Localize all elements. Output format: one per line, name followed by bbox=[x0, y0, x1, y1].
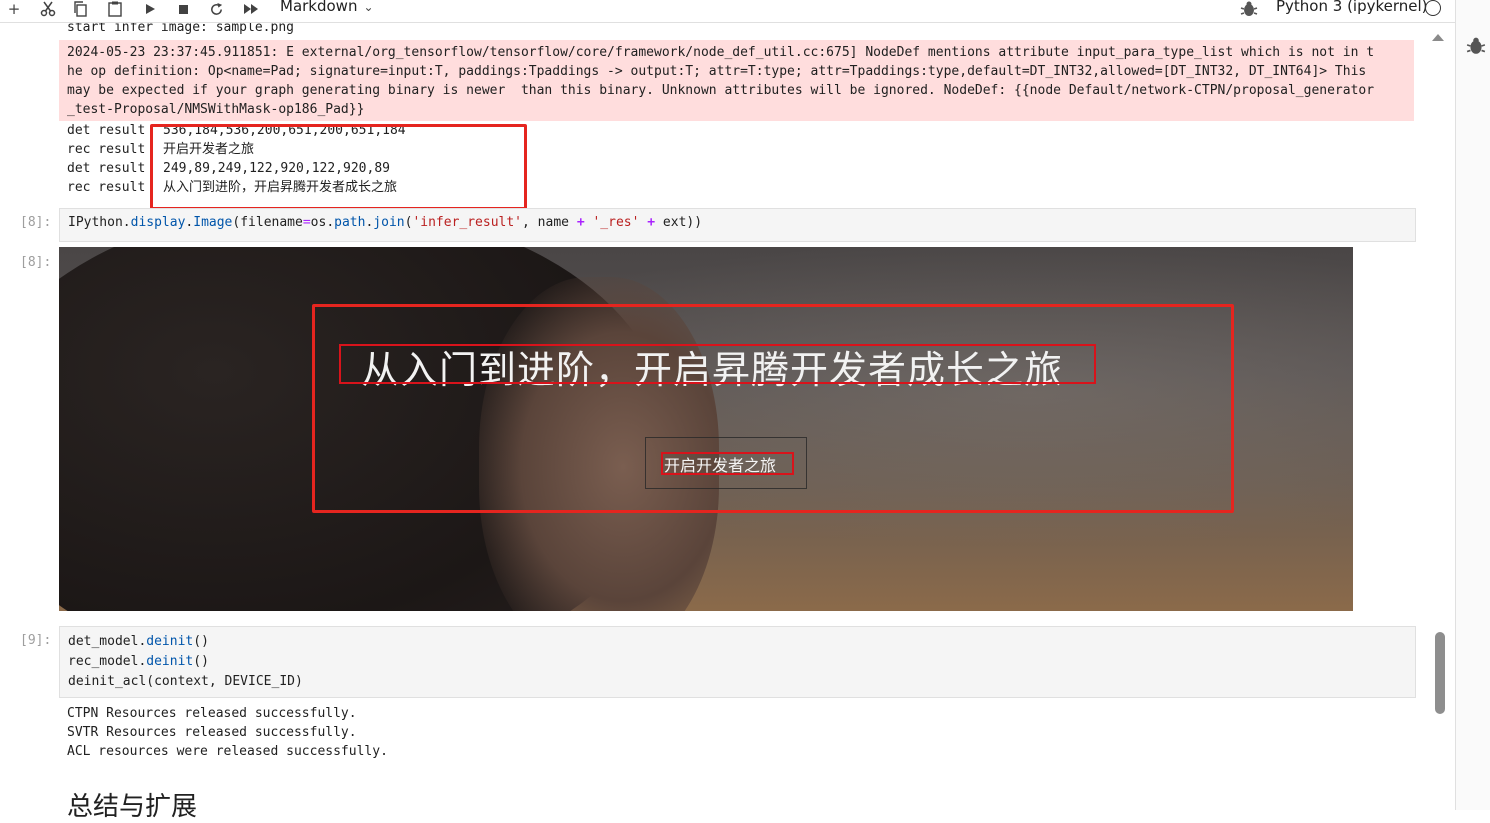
stderr-line: _test-Proposal/NMSWithMask-op186_Pad}} bbox=[67, 102, 365, 117]
code-line: IPython.display.Image(filename=os.path.j… bbox=[68, 215, 703, 230]
paste-icon[interactable] bbox=[104, 0, 126, 20]
notebook-toolbar: + Markdown ⌄ Python 3 (ipykernel) bbox=[0, 0, 1455, 23]
right-sidebar bbox=[1455, 0, 1490, 810]
cell-input-prompt: [8]: bbox=[20, 215, 52, 230]
result-label: rec result bbox=[67, 142, 146, 157]
fast-forward-icon[interactable] bbox=[240, 0, 262, 20]
annotation-highlight-box bbox=[150, 124, 527, 210]
stderr-output: 2024-05-23 23:37:45.911851: E external/o… bbox=[59, 40, 1414, 121]
scrollbar-thumb[interactable] bbox=[1435, 632, 1445, 714]
cut-icon[interactable] bbox=[37, 0, 59, 20]
stdout-line: SVTR Resources released successfully. bbox=[67, 725, 357, 740]
section-heading: 总结与扩展 bbox=[67, 792, 198, 822]
stop-icon[interactable] bbox=[172, 0, 194, 20]
cell-output-prompt: [8]: bbox=[20, 255, 52, 270]
kernel-status-icon bbox=[1425, 0, 1441, 16]
code-line: deinit_acl(context, DEVICE_ID) bbox=[68, 674, 303, 689]
chevron-down-icon: ⌄ bbox=[363, 0, 374, 14]
stdout-line: CTPN Resources released successfully. bbox=[67, 706, 357, 721]
stderr-line: he op definition: Op<name=Pad; signature… bbox=[67, 64, 1367, 79]
cell-input-prompt: [9]: bbox=[20, 633, 52, 648]
add-cell-icon[interactable]: + bbox=[3, 0, 25, 20]
code-cell-8[interactable]: IPython.display.Image(filename=os.path.j… bbox=[59, 208, 1416, 242]
debugger-sidebar-bug-icon[interactable] bbox=[1466, 36, 1486, 56]
annotation-highlight-box bbox=[312, 304, 1234, 513]
stdout-line: ACL resources were released successfully… bbox=[67, 744, 388, 759]
code-line: rec_model.deinit() bbox=[68, 654, 209, 669]
cell-type-select[interactable]: Markdown ⌄ bbox=[280, 0, 374, 15]
run-icon[interactable] bbox=[139, 0, 161, 20]
code-line: det_model.deinit() bbox=[68, 634, 209, 649]
stderr-line: may be expected if your graph generating… bbox=[67, 83, 1375, 98]
cell-type-label: Markdown bbox=[280, 0, 358, 15]
scroll-up-icon[interactable] bbox=[1432, 34, 1444, 41]
restart-icon[interactable] bbox=[205, 0, 227, 20]
result-label: det result bbox=[67, 161, 146, 176]
result-label: det result bbox=[67, 123, 146, 138]
debugger-bug-icon[interactable] bbox=[1240, 0, 1258, 18]
copy-icon[interactable] bbox=[70, 0, 92, 20]
result-label: rec result bbox=[67, 180, 146, 195]
kernel-name[interactable]: Python 3 (ipykernel) bbox=[1276, 0, 1428, 15]
stderr-line: 2024-05-23 23:37:45.911851: E external/o… bbox=[67, 45, 1375, 60]
code-cell-9[interactable]: det_model.deinit() rec_model.deinit() de… bbox=[59, 626, 1416, 698]
